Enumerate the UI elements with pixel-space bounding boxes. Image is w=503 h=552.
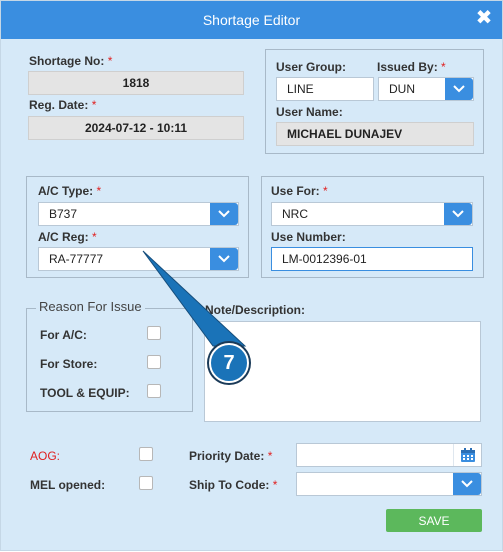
shortage-editor-dialog: Shortage Editor ✖ Shortage No: * 1818 Re… (0, 0, 503, 551)
callout-pointer (142, 250, 247, 347)
callout-badge: 7 (209, 343, 249, 383)
